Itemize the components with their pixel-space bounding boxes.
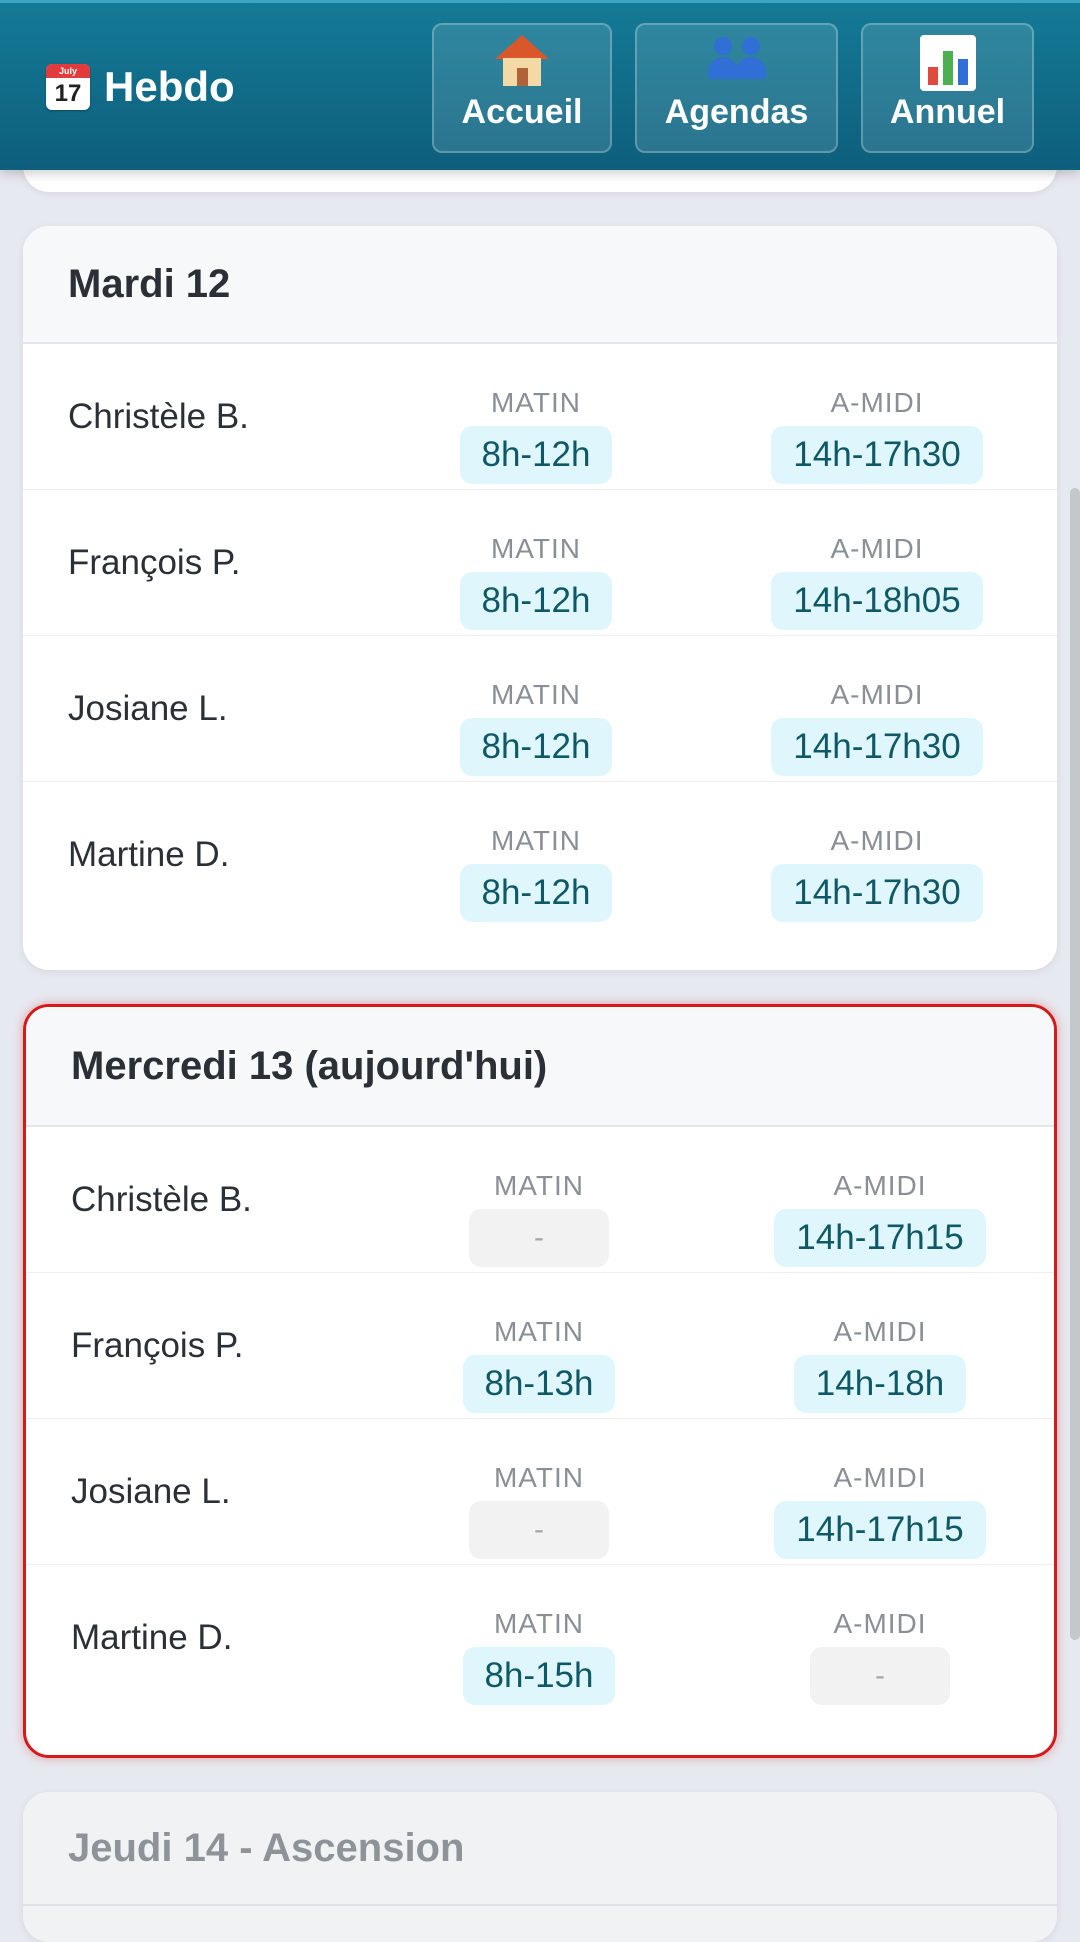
- bar-chart-icon: [919, 35, 976, 91]
- schedule-row: Josiane L. MATIN - A-MIDI 14h-17h15: [26, 1419, 1054, 1565]
- schedule-row: Martine D. MATIN 8h-12h A-MIDI 14h-17h30: [23, 782, 1057, 928]
- scrollbar-thumb[interactable]: [1070, 488, 1080, 1640]
- day-title: Jeudi 14 - Ascension: [23, 1792, 1057, 1906]
- afternoon-slot: A-MIDI 14h-17h30: [747, 386, 1007, 484]
- calendar-icon-month: July: [46, 64, 90, 78]
- morning-hours[interactable]: 8h-15h: [462, 1647, 616, 1705]
- nav-home-button[interactable]: Accueil: [432, 23, 612, 153]
- schedule-row: François P. MATIN 8h-13h A-MIDI 14h-18h: [26, 1273, 1054, 1419]
- afternoon-label: A-MIDI: [830, 533, 924, 564]
- morning-slot: MATIN 8h-12h: [406, 386, 666, 484]
- morning-label: MATIN: [490, 387, 582, 418]
- afternoon-slot: A-MIDI -: [750, 1607, 1010, 1705]
- calendar-icon: July 17: [46, 64, 90, 110]
- morning-hours[interactable]: 8h-12h: [459, 718, 613, 776]
- afternoon-hours[interactable]: 14h-17h15: [774, 1501, 986, 1559]
- morning-label: MATIN: [490, 679, 582, 710]
- morning-hours[interactable]: 8h-13h: [462, 1355, 616, 1413]
- schedule-row: Josiane L. MATIN 8h-12h A-MIDI 14h-17h30: [23, 636, 1057, 782]
- employee-name: François P.: [71, 1326, 244, 1365]
- morning-hours-empty: -: [469, 1501, 609, 1559]
- nav-annual-button[interactable]: Annuel: [861, 23, 1034, 153]
- afternoon-slot: A-MIDI 14h-18h05: [747, 532, 1007, 630]
- afternoon-hours[interactable]: 14h-17h30: [771, 426, 983, 484]
- afternoon-label: A-MIDI: [830, 825, 924, 856]
- people-icon: [704, 35, 770, 91]
- morning-slot: MATIN -: [409, 1461, 669, 1559]
- afternoon-slot: A-MIDI 14h-17h15: [750, 1461, 1010, 1559]
- house-icon: [495, 35, 549, 91]
- schedule-row: Christèle B. MATIN 8h-12h A-MIDI 14h-17h30: [23, 344, 1057, 490]
- afternoon-slot: A-MIDI 14h-17h30: [747, 824, 1007, 922]
- morning-label: MATIN: [493, 1462, 585, 1493]
- morning-hours[interactable]: 8h-12h: [459, 864, 613, 922]
- afternoon-hours-empty: -: [810, 1647, 950, 1705]
- morning-slot: MATIN 8h-12h: [406, 532, 666, 630]
- schedule-row: Martine D. MATIN 8h-15h A-MIDI -: [26, 1565, 1054, 1711]
- day-card-holiday: Jeudi 14 - Ascension: [23, 1792, 1057, 1942]
- morning-slot: MATIN 8h-12h: [406, 824, 666, 922]
- calendar-icon-day: 17: [54, 80, 82, 107]
- afternoon-slot: A-MIDI 14h-17h15: [750, 1169, 1010, 1267]
- afternoon-slot: A-MIDI 14h-17h30: [747, 678, 1007, 776]
- schedule-row: François P. MATIN 8h-12h A-MIDI 14h-18h05: [23, 490, 1057, 636]
- day-card: Mardi 12 Christèle B. MATIN 8h-12h A-MIDI…: [23, 226, 1057, 970]
- brand-title: Hebdo: [104, 63, 235, 110]
- morning-label: MATIN: [490, 533, 582, 564]
- employee-name: François P.: [68, 543, 241, 582]
- nav-home-label: Accueil: [461, 93, 583, 131]
- nav-agendas-label: Agendas: [664, 93, 809, 131]
- schedule-row: Christèle B. MATIN - A-MIDI 14h-17h15: [26, 1127, 1054, 1273]
- employee-name: Christèle B.: [68, 397, 249, 436]
- day-title: Mercredi 13 (aujourd'hui): [26, 1007, 1054, 1127]
- afternoon-label: A-MIDI: [830, 679, 924, 710]
- morning-slot: MATIN 8h-15h: [409, 1607, 669, 1705]
- top-header: July 17 Hebdo Accueil Agendas Annuel: [0, 0, 1080, 170]
- morning-slot: MATIN -: [409, 1169, 669, 1267]
- employee-name: Josiane L.: [71, 1472, 231, 1511]
- morning-hours-empty: -: [469, 1209, 609, 1267]
- afternoon-label: A-MIDI: [833, 1462, 927, 1493]
- afternoon-label: A-MIDI: [830, 387, 924, 418]
- employee-name: Martine D.: [71, 1618, 233, 1657]
- afternoon-hours[interactable]: 14h-17h30: [771, 864, 983, 922]
- nav-agendas-button[interactable]: Agendas: [635, 23, 838, 153]
- morning-slot: MATIN 8h-12h: [406, 678, 666, 776]
- day-card-today: Mercredi 13 (aujourd'hui) Christèle B. M…: [23, 1004, 1057, 1758]
- afternoon-hours[interactable]: 14h-18h05: [771, 572, 983, 630]
- afternoon-label: A-MIDI: [833, 1608, 927, 1639]
- afternoon-hours[interactable]: 14h-17h30: [771, 718, 983, 776]
- morning-hours[interactable]: 8h-12h: [459, 572, 613, 630]
- morning-label: MATIN: [490, 825, 582, 856]
- nav-annual-label: Annuel: [889, 93, 1006, 131]
- afternoon-label: A-MIDI: [833, 1170, 927, 1201]
- employee-name: Josiane L.: [68, 689, 228, 728]
- afternoon-slot: A-MIDI 14h-18h: [750, 1315, 1010, 1413]
- day-title: Mardi 12: [23, 226, 1057, 344]
- afternoon-hours[interactable]: 14h-17h15: [774, 1209, 986, 1267]
- morning-label: MATIN: [493, 1170, 585, 1201]
- employee-name: Martine D.: [68, 835, 230, 874]
- afternoon-hours[interactable]: 14h-18h: [793, 1355, 967, 1413]
- afternoon-label: A-MIDI: [833, 1316, 927, 1347]
- morning-label: MATIN: [493, 1316, 585, 1347]
- employee-name: Christèle B.: [71, 1180, 252, 1219]
- brand[interactable]: July 17 Hebdo: [46, 61, 235, 113]
- morning-hours[interactable]: 8h-12h: [459, 426, 613, 484]
- morning-slot: MATIN 8h-13h: [409, 1315, 669, 1413]
- morning-label: MATIN: [493, 1608, 585, 1639]
